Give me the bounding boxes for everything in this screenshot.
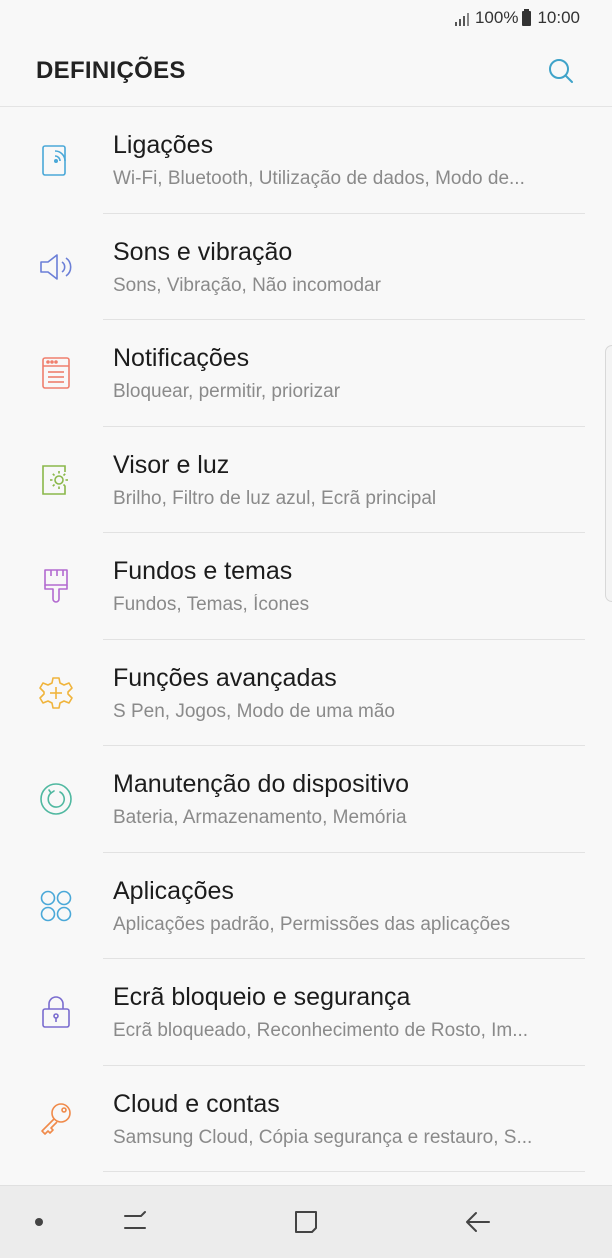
notifications-icon	[38, 355, 74, 391]
app-header: DEFINIÇÕES	[0, 36, 612, 107]
back-button[interactable]	[464, 1210, 492, 1234]
home-icon	[295, 1211, 317, 1233]
settings-item-notifications[interactable]: Notificações Bloquear, permitir, prioriz…	[0, 320, 612, 427]
settings-item-subtitle: Bloquear, permitir, priorizar	[113, 381, 341, 402]
settings-item-title: Ligações	[113, 131, 214, 159]
settings-item-connections[interactable]: Ligações Wi-Fi, Bluetooth, Utilização de…	[0, 107, 612, 214]
paintbrush-icon	[38, 568, 74, 604]
settings-item-apps[interactable]: Aplicações Aplicações padrão, Permissões…	[0, 853, 612, 959]
nav-hide-dot[interactable]	[34, 1217, 44, 1227]
settings-item-subtitle: Brilho, Filtro de luz azul, Ecrã princip…	[113, 487, 437, 509]
key-icon	[38, 1101, 74, 1137]
settings-item-subtitle: Ecrã bloqueado, Reconhecimento de Rosto,…	[113, 1020, 529, 1041]
page-title: DEFINIÇÕES	[36, 57, 186, 84]
settings-item-title: Visor e luz	[113, 450, 230, 479]
settings-item-title: Sons e vibração	[113, 237, 293, 266]
edge-panel-handle[interactable]	[605, 345, 612, 602]
settings-item-title: Manutenção do dispositivo	[113, 770, 410, 798]
lock-icon	[38, 994, 74, 1030]
signal-icon	[453, 10, 469, 26]
settings-item-title: Funções avançadas	[113, 663, 337, 692]
status-bar: 100% 10:00	[0, 0, 612, 36]
settings-item-subtitle: Wi-Fi, Bluetooth, Utilização de dados, M…	[113, 168, 525, 189]
back-icon	[466, 1212, 490, 1232]
settings-list: Ligações Wi-Fi, Bluetooth, Utilização de…	[0, 107, 612, 1172]
navigation-bar	[0, 1185, 612, 1258]
settings-item-title: Notificações	[113, 344, 250, 372]
settings-item-title: Cloud e contas	[113, 1089, 280, 1118]
settings-item-subtitle: Fundos, Temas, Ícones	[113, 594, 310, 615]
maintenance-icon	[38, 781, 74, 817]
apps-icon	[38, 888, 74, 924]
settings-item-subtitle: Sons, Vibração, Não incomodar	[113, 274, 381, 296]
settings-item-title: Ecrã bloqueio e segurança	[113, 983, 411, 1011]
display-icon	[38, 462, 74, 498]
settings-item-subtitle: Samsung Cloud, Cópia segurança e restaur…	[113, 1126, 533, 1148]
settings-item-title: Fundos e temas	[113, 557, 293, 585]
battery-percent: 100%	[474, 8, 519, 27]
search-button[interactable]	[546, 56, 576, 86]
recents-icon	[124, 1211, 146, 1229]
connections-icon	[38, 142, 74, 178]
gear-plus-icon	[38, 675, 74, 711]
settings-item-subtitle: S Pen, Jogos, Modo de uma mão	[113, 700, 395, 722]
settings-item-lock-screen[interactable]: Ecrã bloqueio e segurança Ecrã bloqueado…	[0, 959, 612, 1066]
battery-icon	[522, 8, 532, 26]
settings-item-subtitle: Bateria, Armazenamento, Memória	[113, 807, 407, 828]
settings-item-sounds[interactable]: Sons e vibração Sons, Vibração, Não inco…	[0, 214, 612, 320]
settings-item-advanced[interactable]: Funções avançadas S Pen, Jogos, Modo de …	[0, 640, 612, 746]
search-icon	[549, 59, 573, 83]
settings-item-maintenance[interactable]: Manutenção do dispositivo Bateria, Armaz…	[0, 746, 612, 853]
dot-icon	[35, 1218, 43, 1226]
settings-item-wallpapers[interactable]: Fundos e temas Fundos, Temas, Ícones	[0, 533, 612, 640]
home-button[interactable]	[293, 1209, 319, 1235]
settings-item-subtitle: Aplicações padrão, Permissões das aplica…	[113, 913, 511, 935]
settings-item-cloud-accounts[interactable]: Cloud e contas Samsung Cloud, Cópia segu…	[0, 1066, 612, 1172]
settings-item-title: Aplicações	[113, 876, 234, 905]
speaker-icon	[38, 249, 74, 285]
settings-screen: 100% 10:00 DEFINIÇÕES Ligações Wi-Fi, Bl…	[0, 0, 612, 1258]
settings-item-display[interactable]: Visor e luz Brilho, Filtro de luz azul, …	[0, 427, 612, 533]
recent-apps-button[interactable]	[121, 1210, 149, 1234]
clock: 10:00	[537, 8, 580, 27]
divider	[103, 1171, 585, 1172]
